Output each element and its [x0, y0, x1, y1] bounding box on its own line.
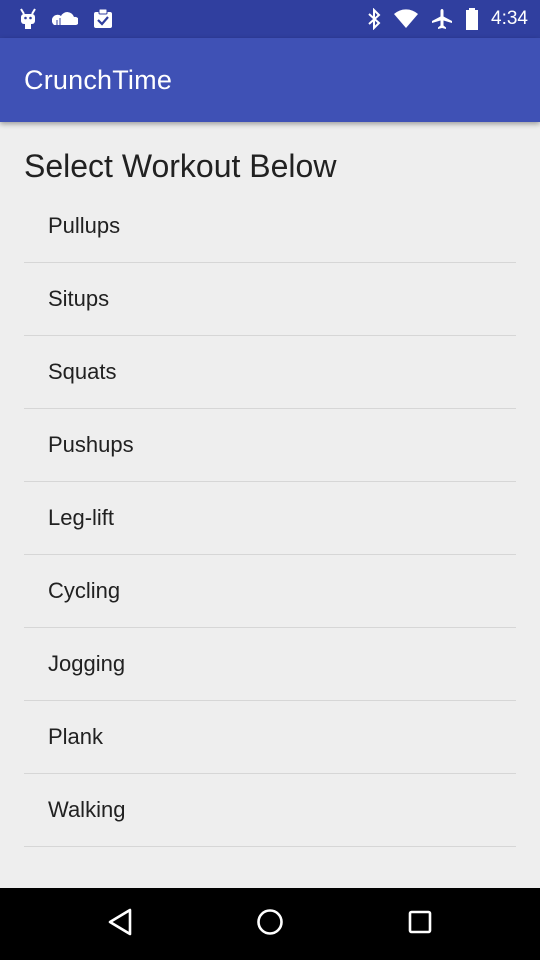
- back-icon: [106, 907, 134, 942]
- status-bar-notifications: [18, 8, 128, 30]
- back-button[interactable]: [90, 894, 150, 954]
- list-item[interactable]: Walking: [24, 774, 516, 847]
- workout-list: Pullups Situps Squats Pushups Leg-lift C…: [24, 190, 516, 847]
- list-item[interactable]: Pushups: [24, 409, 516, 482]
- cloud-icon: [52, 11, 78, 27]
- recents-icon: [406, 908, 434, 941]
- recents-button[interactable]: [390, 894, 450, 954]
- navigation-bar: [0, 888, 540, 960]
- wifi-icon: [393, 9, 419, 29]
- android-debug-icon: [18, 8, 38, 30]
- section-title: Select Workout Below: [24, 148, 337, 184]
- clipboard-check-icon: [92, 8, 114, 30]
- list-item[interactable]: Pullups: [24, 190, 516, 263]
- home-button[interactable]: [240, 894, 300, 954]
- app-bar: CrunchTime: [0, 38, 540, 122]
- list-item[interactable]: Squats: [24, 336, 516, 409]
- battery-icon: [465, 8, 479, 30]
- airplane-mode-icon: [431, 8, 453, 30]
- list-item[interactable]: Leg-lift: [24, 482, 516, 555]
- status-bar-system: 4:34: [355, 8, 528, 30]
- status-bar-time: 4:34: [491, 8, 528, 29]
- list-item[interactable]: Plank: [24, 701, 516, 774]
- list-item[interactable]: Situps: [24, 263, 516, 336]
- bluetooth-icon: [367, 8, 381, 30]
- list-item[interactable]: Jogging: [24, 628, 516, 701]
- home-icon: [255, 907, 285, 942]
- list-item[interactable]: Cycling: [24, 555, 516, 628]
- main-content: Select Workout Below Pullups Situps Squa…: [0, 122, 540, 888]
- app-title: CrunchTime: [24, 64, 173, 95]
- status-bar: 4:34: [0, 0, 540, 38]
